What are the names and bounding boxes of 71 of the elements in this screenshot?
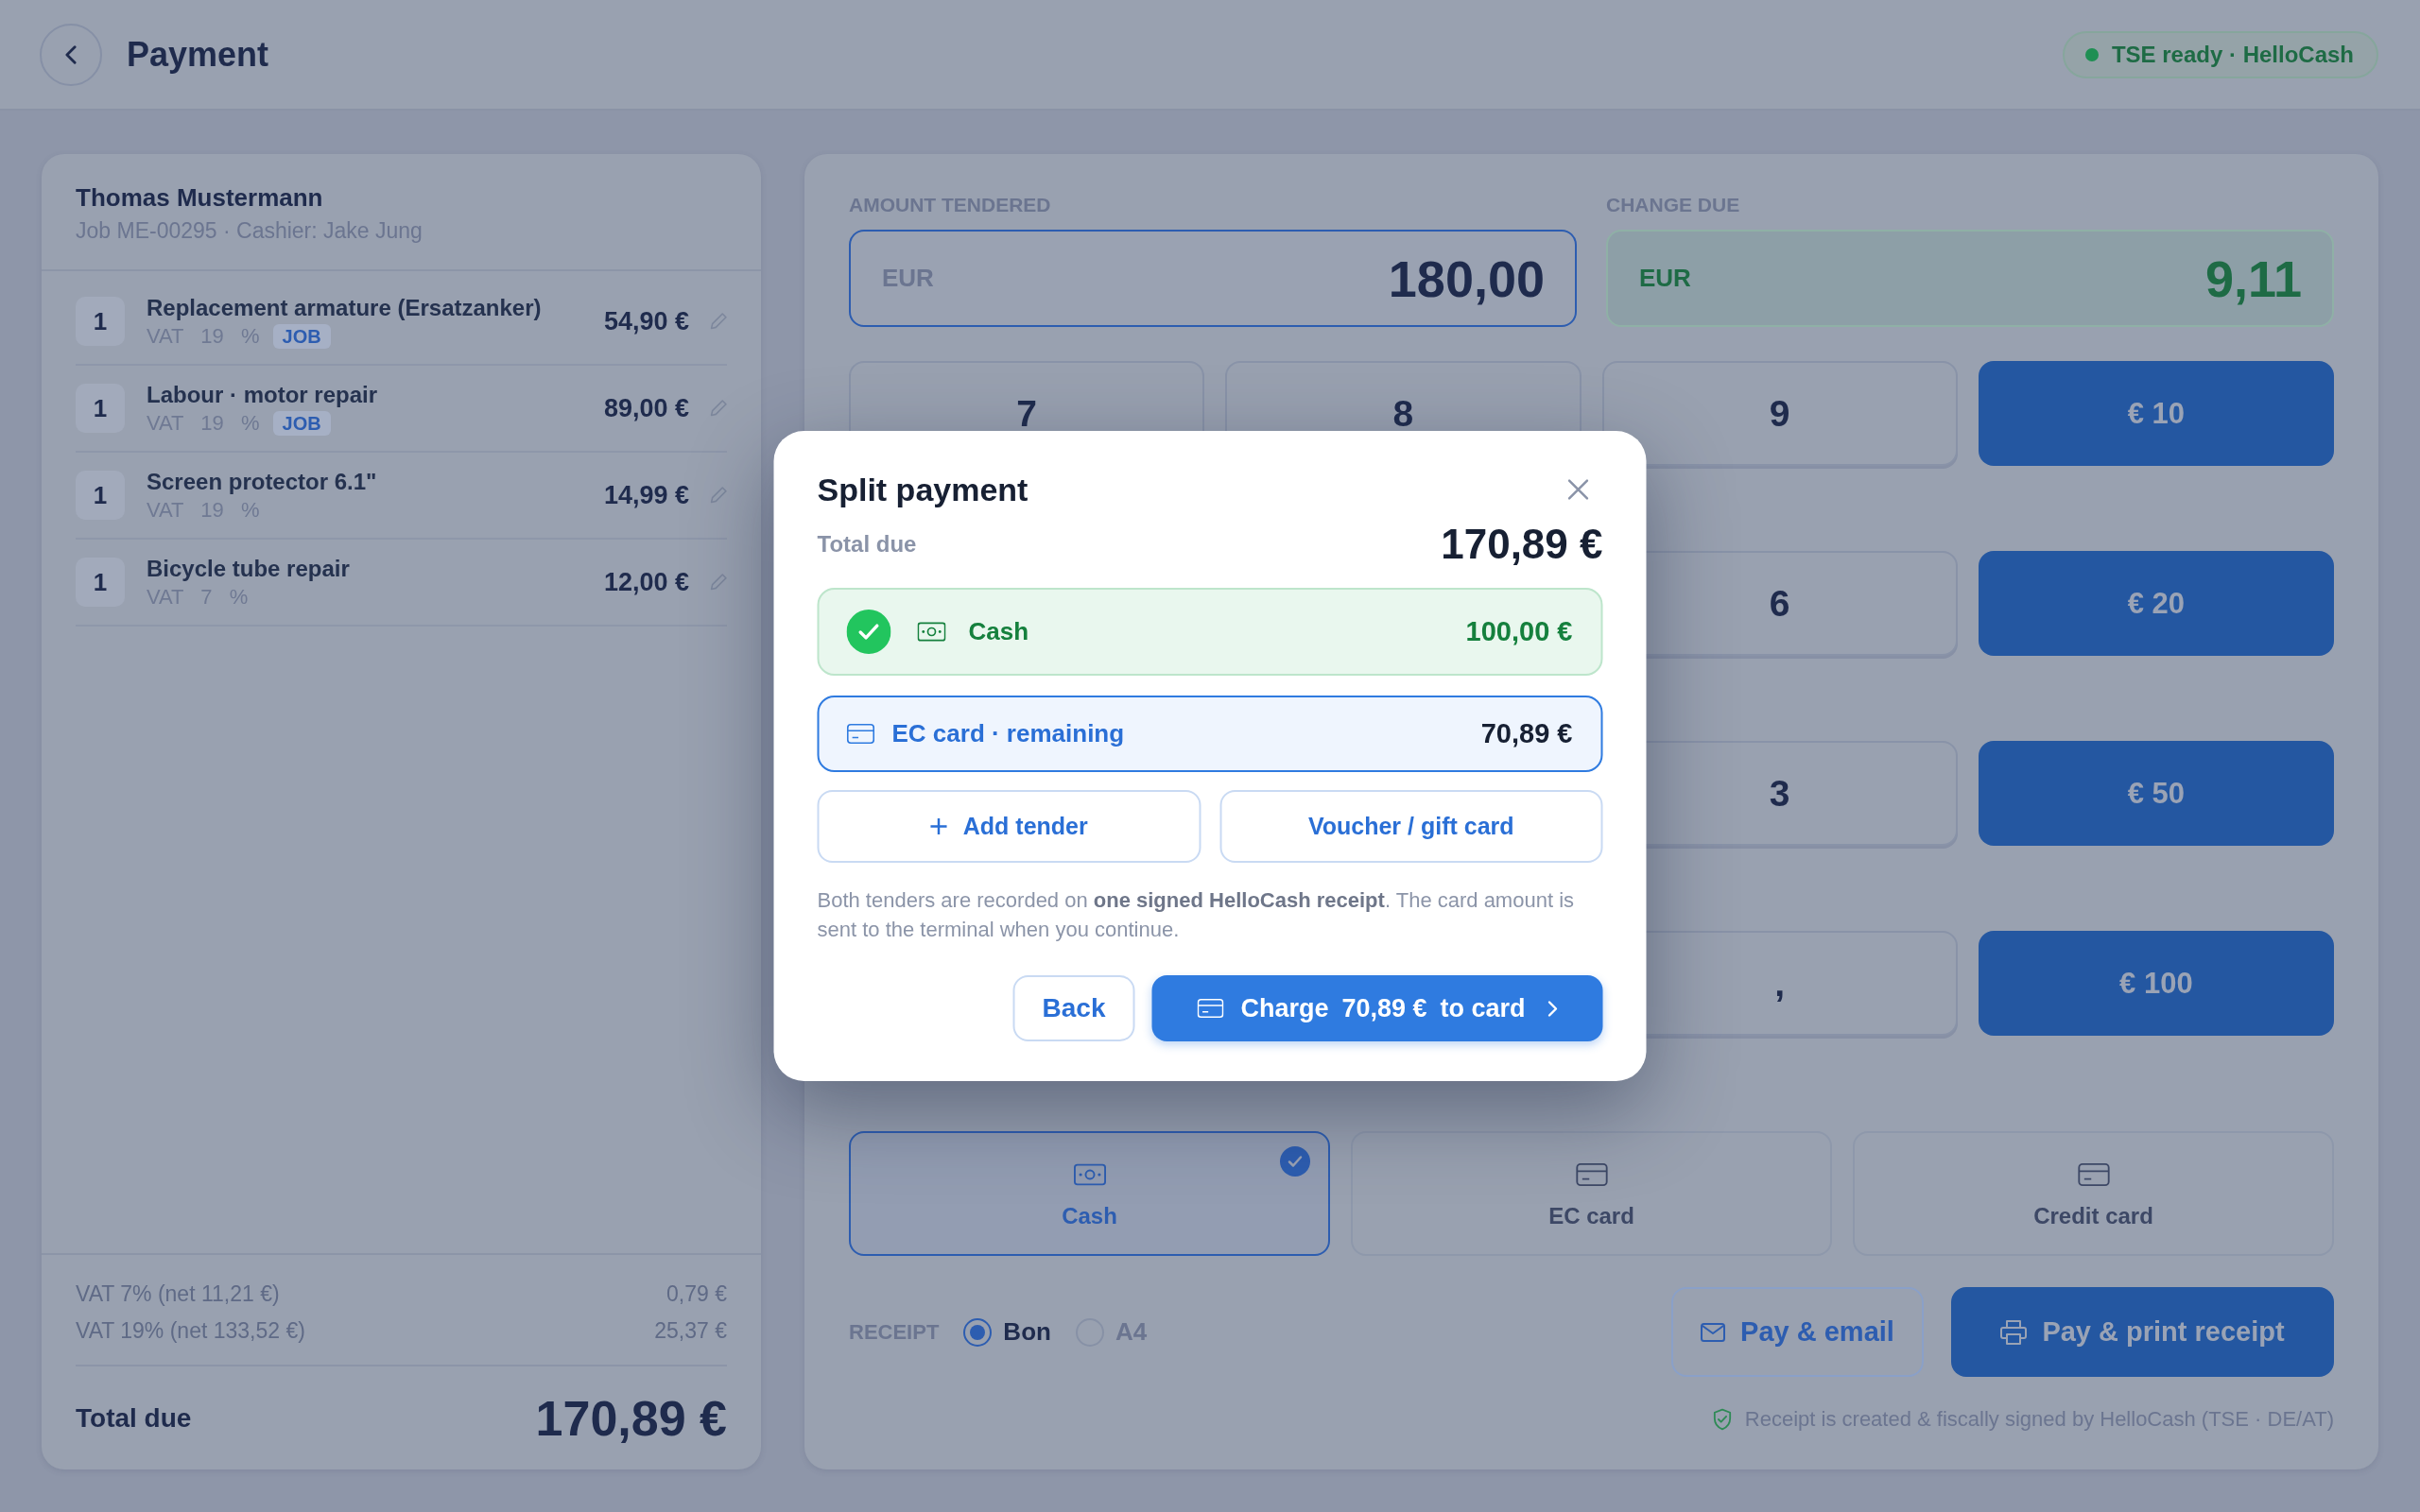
close-button[interactable] bbox=[1567, 479, 1589, 500]
tender-label: Cash bbox=[968, 617, 1030, 646]
printer-icon bbox=[2000, 1319, 2028, 1345]
pencil-icon[interactable] bbox=[710, 313, 727, 330]
tender-amount: 70,89 € bbox=[1480, 718, 1573, 749]
quick-amount-button[interactable]: € 10 bbox=[1978, 361, 2334, 466]
total-due-amount: 170,89 € bbox=[1441, 521, 1603, 568]
item-name: Screen protector 6.1" bbox=[147, 468, 378, 496]
item-name: Labour · motor repair bbox=[147, 381, 379, 409]
pencil-icon[interactable] bbox=[710, 574, 727, 591]
vat-amount: 0,79 € bbox=[666, 1280, 727, 1308]
quick-amount-button[interactable]: € 100 bbox=[1978, 931, 2334, 1036]
pay-print-button[interactable]: Pay & print receipt bbox=[1951, 1287, 2334, 1377]
total-amount: 170,89 € bbox=[535, 1389, 727, 1447]
quick-amount-button[interactable]: € 20 bbox=[1978, 551, 2334, 656]
item-price: 14,99 € bbox=[603, 480, 689, 510]
plus-icon bbox=[929, 817, 948, 835]
status-text: TSE ready · HelloCash bbox=[2111, 41, 2354, 68]
payment-method-card[interactable]: EC card bbox=[1351, 1131, 1832, 1256]
vat-label: VAT 19% (net 133,52 €) bbox=[76, 1317, 305, 1345]
check-circle-icon bbox=[846, 610, 891, 654]
total-label: Total due bbox=[76, 1402, 192, 1434]
shield-check-icon bbox=[1712, 1408, 1732, 1431]
close-icon bbox=[1567, 479, 1589, 500]
pencil-icon[interactable] bbox=[710, 487, 727, 504]
item-price: 89,00 € bbox=[603, 393, 689, 423]
back-button[interactable] bbox=[40, 23, 102, 86]
vat-amount: 25,37 € bbox=[654, 1317, 727, 1345]
back-button[interactable]: Back bbox=[1012, 975, 1135, 1041]
tender-row[interactable]: Cash 100,00 € bbox=[817, 588, 1603, 676]
checkmark-icon bbox=[1280, 1146, 1310, 1177]
item-quantity: 1 bbox=[76, 297, 125, 346]
tender-row[interactable]: EC card · remaining 70,89 € bbox=[817, 696, 1603, 772]
item-tag: JOB bbox=[272, 411, 331, 436]
card-icon bbox=[1197, 999, 1224, 1018]
item-name: Bicycle tube repair bbox=[147, 555, 351, 583]
dialog-note: Both tenders are recorded on one signed HelloCash receipt. The card amount is sent to the terminal when you continue. bbox=[817, 887, 1575, 943]
vat-label: VAT 7% (net 11,21 €) bbox=[76, 1280, 280, 1308]
pencil-icon[interactable] bbox=[710, 400, 727, 417]
dialog-title: Split payment bbox=[817, 471, 1028, 508]
keypad-key[interactable]: 9 bbox=[1601, 361, 1958, 466]
charge-card-button[interactable]: Charge 70,89 € to card bbox=[1151, 975, 1603, 1041]
customer-name: Thomas Mustermann bbox=[76, 182, 324, 213]
change-due-display: EUR 9,11 bbox=[1606, 230, 2334, 327]
banknote-icon bbox=[917, 622, 946, 642]
page-title: Payment bbox=[127, 34, 269, 75]
card-icon bbox=[1575, 1163, 1608, 1186]
item-quantity: 1 bbox=[76, 558, 125, 607]
item-name: Replacement armature (Ersatzanker) bbox=[147, 294, 543, 322]
radio-icon[interactable] bbox=[963, 1317, 993, 1347]
envelope-icon bbox=[1701, 1322, 1726, 1342]
receipt-option[interactable]: Bon bbox=[963, 1317, 1051, 1347]
chevron-left-icon bbox=[65, 44, 77, 64]
card-icon bbox=[846, 724, 875, 744]
item-quantity: 1 bbox=[76, 471, 125, 520]
total-due-label: Total due bbox=[817, 531, 917, 558]
status-dot-icon bbox=[2084, 47, 2099, 61]
item-price: 54,90 € bbox=[603, 306, 689, 336]
card-icon bbox=[2077, 1163, 2110, 1186]
payment-method-card[interactable]: Credit card bbox=[1853, 1131, 2334, 1256]
quick-amount-button[interactable]: € 50 bbox=[1978, 741, 2334, 846]
chevron-right-icon bbox=[1547, 1000, 1558, 1017]
item-price: 12,00 € bbox=[603, 567, 689, 597]
tender-amount: 100,00 € bbox=[1465, 616, 1573, 647]
add-tender-button[interactable]: Add tender bbox=[817, 790, 1201, 863]
item-quantity: 1 bbox=[76, 384, 125, 433]
tender-label: EC card · remaining bbox=[891, 719, 1126, 748]
pay-email-button[interactable]: Pay & email bbox=[1671, 1287, 1924, 1377]
item-tag: JOB bbox=[272, 324, 331, 349]
voucher-button[interactable]: Voucher / gift card bbox=[1219, 790, 1603, 863]
banknote-icon bbox=[1073, 1163, 1106, 1186]
